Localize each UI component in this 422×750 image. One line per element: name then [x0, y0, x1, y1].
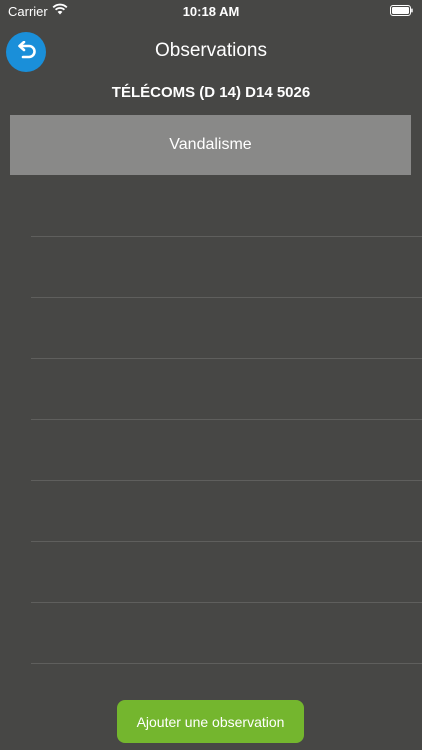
battery-icon — [390, 5, 413, 16]
observation-row-vandalisme[interactable]: Vandalisme — [10, 115, 411, 175]
list-item[interactable] — [31, 237, 422, 298]
status-bar: Carrier 10:18 AM — [0, 0, 422, 22]
list-item[interactable] — [31, 420, 422, 481]
list-item[interactable] — [31, 542, 422, 603]
asset-subtitle: TÉLÉCOMS (D 14) D14 5026 — [111, 84, 311, 101]
observation-list — [0, 176, 422, 664]
list-item[interactable] — [31, 176, 422, 237]
list-item[interactable] — [31, 603, 422, 664]
add-observation-label: Ajouter une observation — [136, 713, 285, 730]
list-item[interactable] — [31, 298, 422, 359]
clock: 10:18 AM — [182, 4, 240, 19]
add-observation-button[interactable]: Ajouter une observation — [117, 700, 304, 743]
list-item[interactable] — [31, 359, 422, 420]
observation-label: Vandalisme — [169, 136, 252, 153]
page-title: Observations — [155, 40, 267, 61]
list-item[interactable] — [31, 481, 422, 542]
